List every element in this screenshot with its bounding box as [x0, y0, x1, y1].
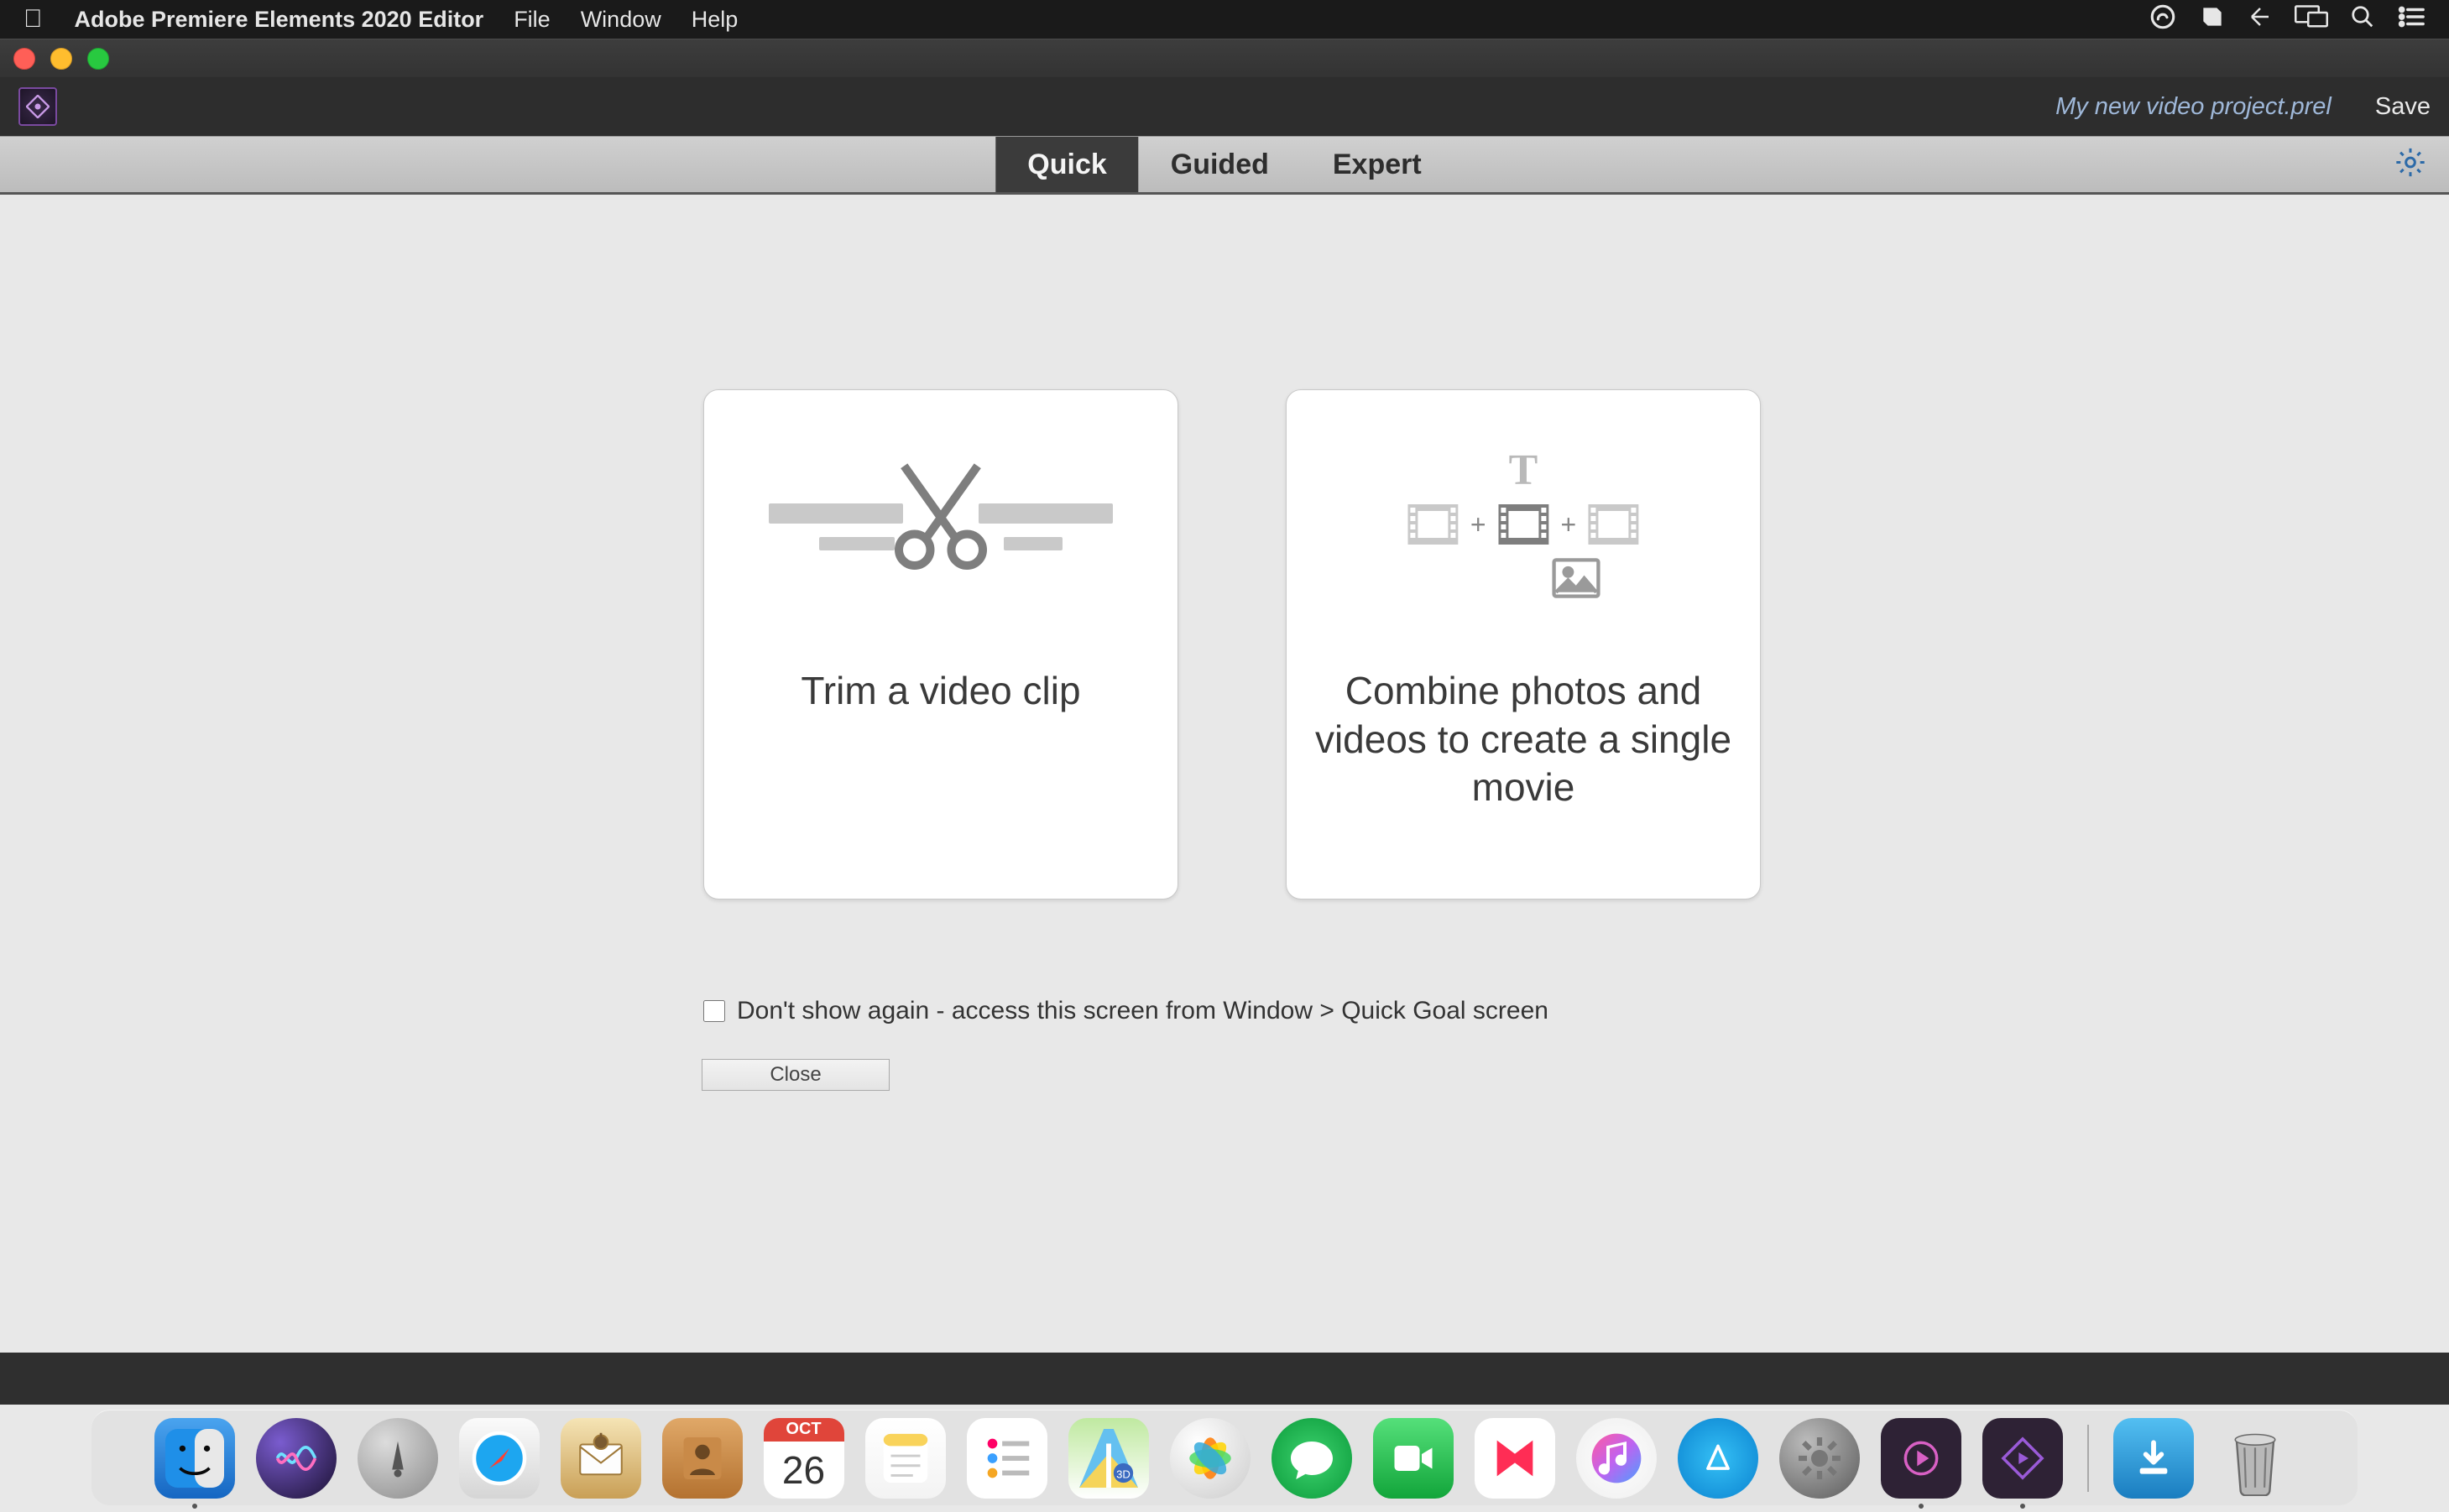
filmstrip-icon	[1498, 504, 1548, 545]
calendar-day-label: 26	[764, 1442, 844, 1498]
app-footer-bar	[0, 1353, 2449, 1405]
dock-finder-icon[interactable]	[154, 1418, 235, 1499]
tab-guided[interactable]: Guided	[1139, 137, 1301, 192]
macos-menubar:  Adobe Premiere Elements 2020 Editor Fi…	[0, 0, 2449, 39]
dock-news-icon[interactable]	[1475, 1418, 1555, 1499]
combine-card-caption: Combine photos and videos to create a si…	[1287, 667, 1760, 812]
svg-text:3D: 3D	[1116, 1468, 1131, 1480]
dont-show-again-row[interactable]: Don't show again - access this screen fr…	[703, 997, 1548, 1025]
dock-maps-icon[interactable]: 3D	[1068, 1418, 1149, 1499]
apple-menu-icon[interactable]: 	[23, 5, 43, 34]
dock-music-icon[interactable]	[1576, 1418, 1657, 1499]
project-filename: My new video project.prel	[2055, 93, 2332, 121]
window-close-button[interactable]	[13, 48, 35, 70]
dock-photos-icon[interactable]	[1170, 1418, 1251, 1499]
menu-window[interactable]: Window	[581, 7, 661, 33]
dock-system-preferences-icon[interactable]	[1779, 1418, 1860, 1499]
save-button[interactable]: Save	[2375, 93, 2431, 121]
close-button[interactable]: Close	[702, 1059, 890, 1091]
dock-launchpad-icon[interactable]	[358, 1418, 438, 1499]
tab-quick[interactable]: Quick	[995, 137, 1138, 192]
trim-card-caption: Trim a video clip	[774, 667, 1107, 716]
tab-expert[interactable]: Expert	[1301, 137, 1454, 192]
mode-tab-row: Quick Guided Expert	[0, 136, 2449, 195]
window-minimize-button[interactable]	[50, 48, 72, 70]
card-trim-video[interactable]: Trim a video clip	[703, 389, 1178, 899]
premiere-elements-logo-icon[interactable]	[18, 87, 57, 126]
dock-calendar-icon[interactable]: OCT 26	[764, 1418, 844, 1499]
filmstrip-icon	[1589, 504, 1639, 545]
menu-file[interactable]: File	[514, 7, 551, 33]
settings-gear-icon[interactable]	[2394, 146, 2427, 184]
plus-icon: +	[1560, 509, 1576, 540]
combine-card-illustration: T + +	[1287, 390, 1760, 667]
dock-safari-icon[interactable]	[459, 1418, 540, 1499]
creative-cloud-icon[interactable]	[2149, 3, 2177, 37]
dock-premiere-elements-editor-icon[interactable]	[1982, 1418, 2063, 1499]
spotlight-arrow-icon[interactable]	[2248, 4, 2273, 35]
calendar-month-label: OCT	[764, 1418, 844, 1442]
search-icon[interactable]	[2350, 4, 2375, 35]
dont-show-again-checkbox[interactable]	[703, 1000, 725, 1022]
quick-goal-canvas: Trim a video clip T + +	[0, 195, 2449, 1353]
dock-separator	[2087, 1425, 2089, 1492]
plus-icon: +	[1470, 509, 1486, 540]
window-chrome	[0, 39, 2449, 77]
text-tool-icon: T	[1509, 446, 1538, 495]
dont-show-again-label: Don't show again - access this screen fr…	[737, 997, 1548, 1025]
card-combine-media[interactable]: T + +	[1286, 389, 1761, 899]
window-zoom-button[interactable]	[87, 48, 109, 70]
app-title-bar: My new video project.prel Save	[0, 77, 2449, 136]
menubar-status-icons	[2149, 3, 2426, 37]
control-center-icon[interactable]	[2397, 4, 2426, 35]
dock-downloads-icon[interactable]	[2113, 1418, 2194, 1499]
dock-area: OCT 26 3D	[0, 1405, 2449, 1512]
dock-messages-icon[interactable]	[1271, 1418, 1352, 1499]
dock-premiere-elements-app-icon[interactable]	[1881, 1418, 1961, 1499]
filmstrip-icon	[1407, 504, 1458, 545]
screen-mirroring-icon[interactable]	[2295, 4, 2328, 35]
dock-trash-icon[interactable]	[2215, 1418, 2295, 1499]
scissors-icon	[878, 451, 1004, 581]
menu-help[interactable]: Help	[692, 7, 739, 33]
dock-reminders-icon[interactable]	[967, 1418, 1047, 1499]
trim-card-illustration	[704, 390, 1178, 667]
notification-center-icon[interactable]	[2199, 3, 2226, 36]
menubar-app-name[interactable]: Adobe Premiere Elements 2020 Editor	[75, 7, 484, 33]
dock-mail-icon[interactable]	[561, 1418, 641, 1499]
macos-dock: OCT 26 3D	[91, 1410, 2358, 1505]
dock-siri-icon[interactable]	[256, 1418, 337, 1499]
dock-facetime-icon[interactable]	[1373, 1418, 1454, 1499]
dock-appstore-icon[interactable]	[1678, 1418, 1758, 1499]
dock-notes-icon[interactable]	[865, 1418, 946, 1499]
dock-contacts-icon[interactable]	[662, 1418, 743, 1499]
traffic-lights	[13, 48, 109, 70]
picture-icon	[1552, 558, 1600, 602]
